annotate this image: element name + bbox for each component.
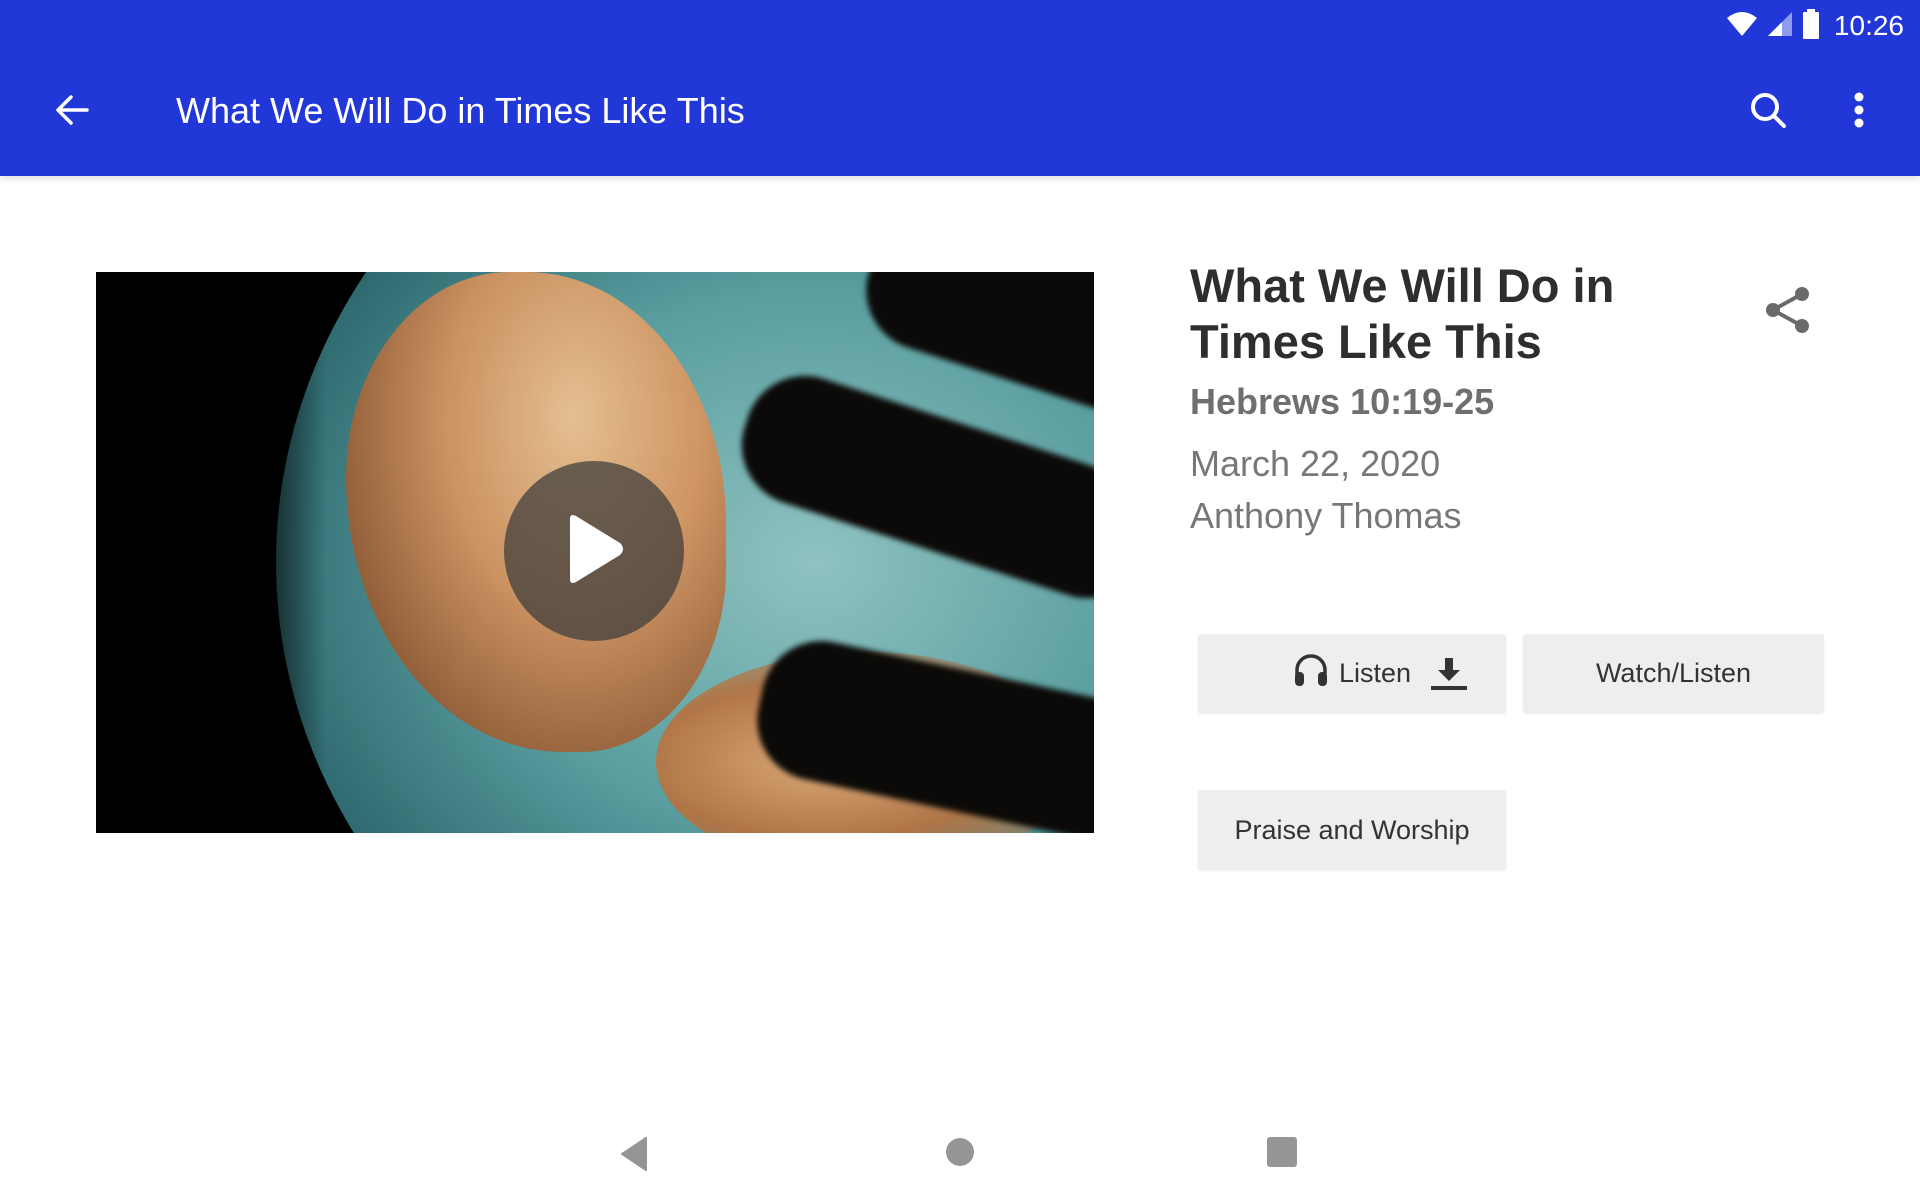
nav-home-icon <box>944 1138 976 1172</box>
download-icon <box>1430 658 1468 698</box>
vignette <box>96 272 326 833</box>
nav-home-button[interactable] <box>944 1136 976 1168</box>
listen-label: Listen <box>1338 658 1412 688</box>
share-icon <box>1763 285 1813 340</box>
nav-recents-icon <box>1266 1137 1298 1172</box>
cell-signal-icon <box>1766 10 1794 43</box>
sermon-scripture: Hebrews 10:19-25 <box>1190 381 1495 422</box>
share-button[interactable] <box>1756 280 1820 344</box>
download-button[interactable] <box>1430 656 1468 699</box>
headphones-icon <box>1293 652 1329 695</box>
sermon-speaker: Anthony Thomas <box>1190 495 1462 536</box>
play-icon <box>562 513 626 590</box>
series-button[interactable]: Praise and Worship <box>1198 790 1506 870</box>
search-icon <box>1748 90 1788 135</box>
more-options-button[interactable] <box>1835 88 1883 136</box>
more-vert-icon <box>1853 92 1865 133</box>
arrow-left-icon <box>55 94 89 131</box>
wifi-icon <box>1726 10 1758 43</box>
sermon-info: What We Will Do in Times Like This Hebre… <box>1190 258 1750 540</box>
listen-button[interactable]: Listen <box>1198 634 1506 713</box>
video-thumbnail[interactable] <box>96 272 1094 833</box>
app-bar-title: What We Will Do in Times Like This <box>176 90 745 131</box>
battery-icon <box>1802 8 1820 44</box>
sermon-date: March 22, 2020 <box>1190 443 1441 484</box>
search-button[interactable] <box>1740 88 1796 136</box>
watch-listen-button[interactable]: Watch/Listen <box>1523 634 1824 713</box>
play-button[interactable] <box>504 461 684 641</box>
status-bar: 10:26 <box>1726 6 1904 46</box>
sermon-title: What We Will Do in Times Like This <box>1190 259 1615 368</box>
status-time: 10:26 <box>1833 10 1904 41</box>
nav-recents-button[interactable] <box>1266 1136 1298 1168</box>
nav-back-icon <box>618 1137 650 1176</box>
app-bar: 10:26 What We Will Do in Times Like This <box>0 0 1920 176</box>
back-button[interactable] <box>48 88 96 136</box>
nav-back-button[interactable] <box>618 1136 650 1172</box>
